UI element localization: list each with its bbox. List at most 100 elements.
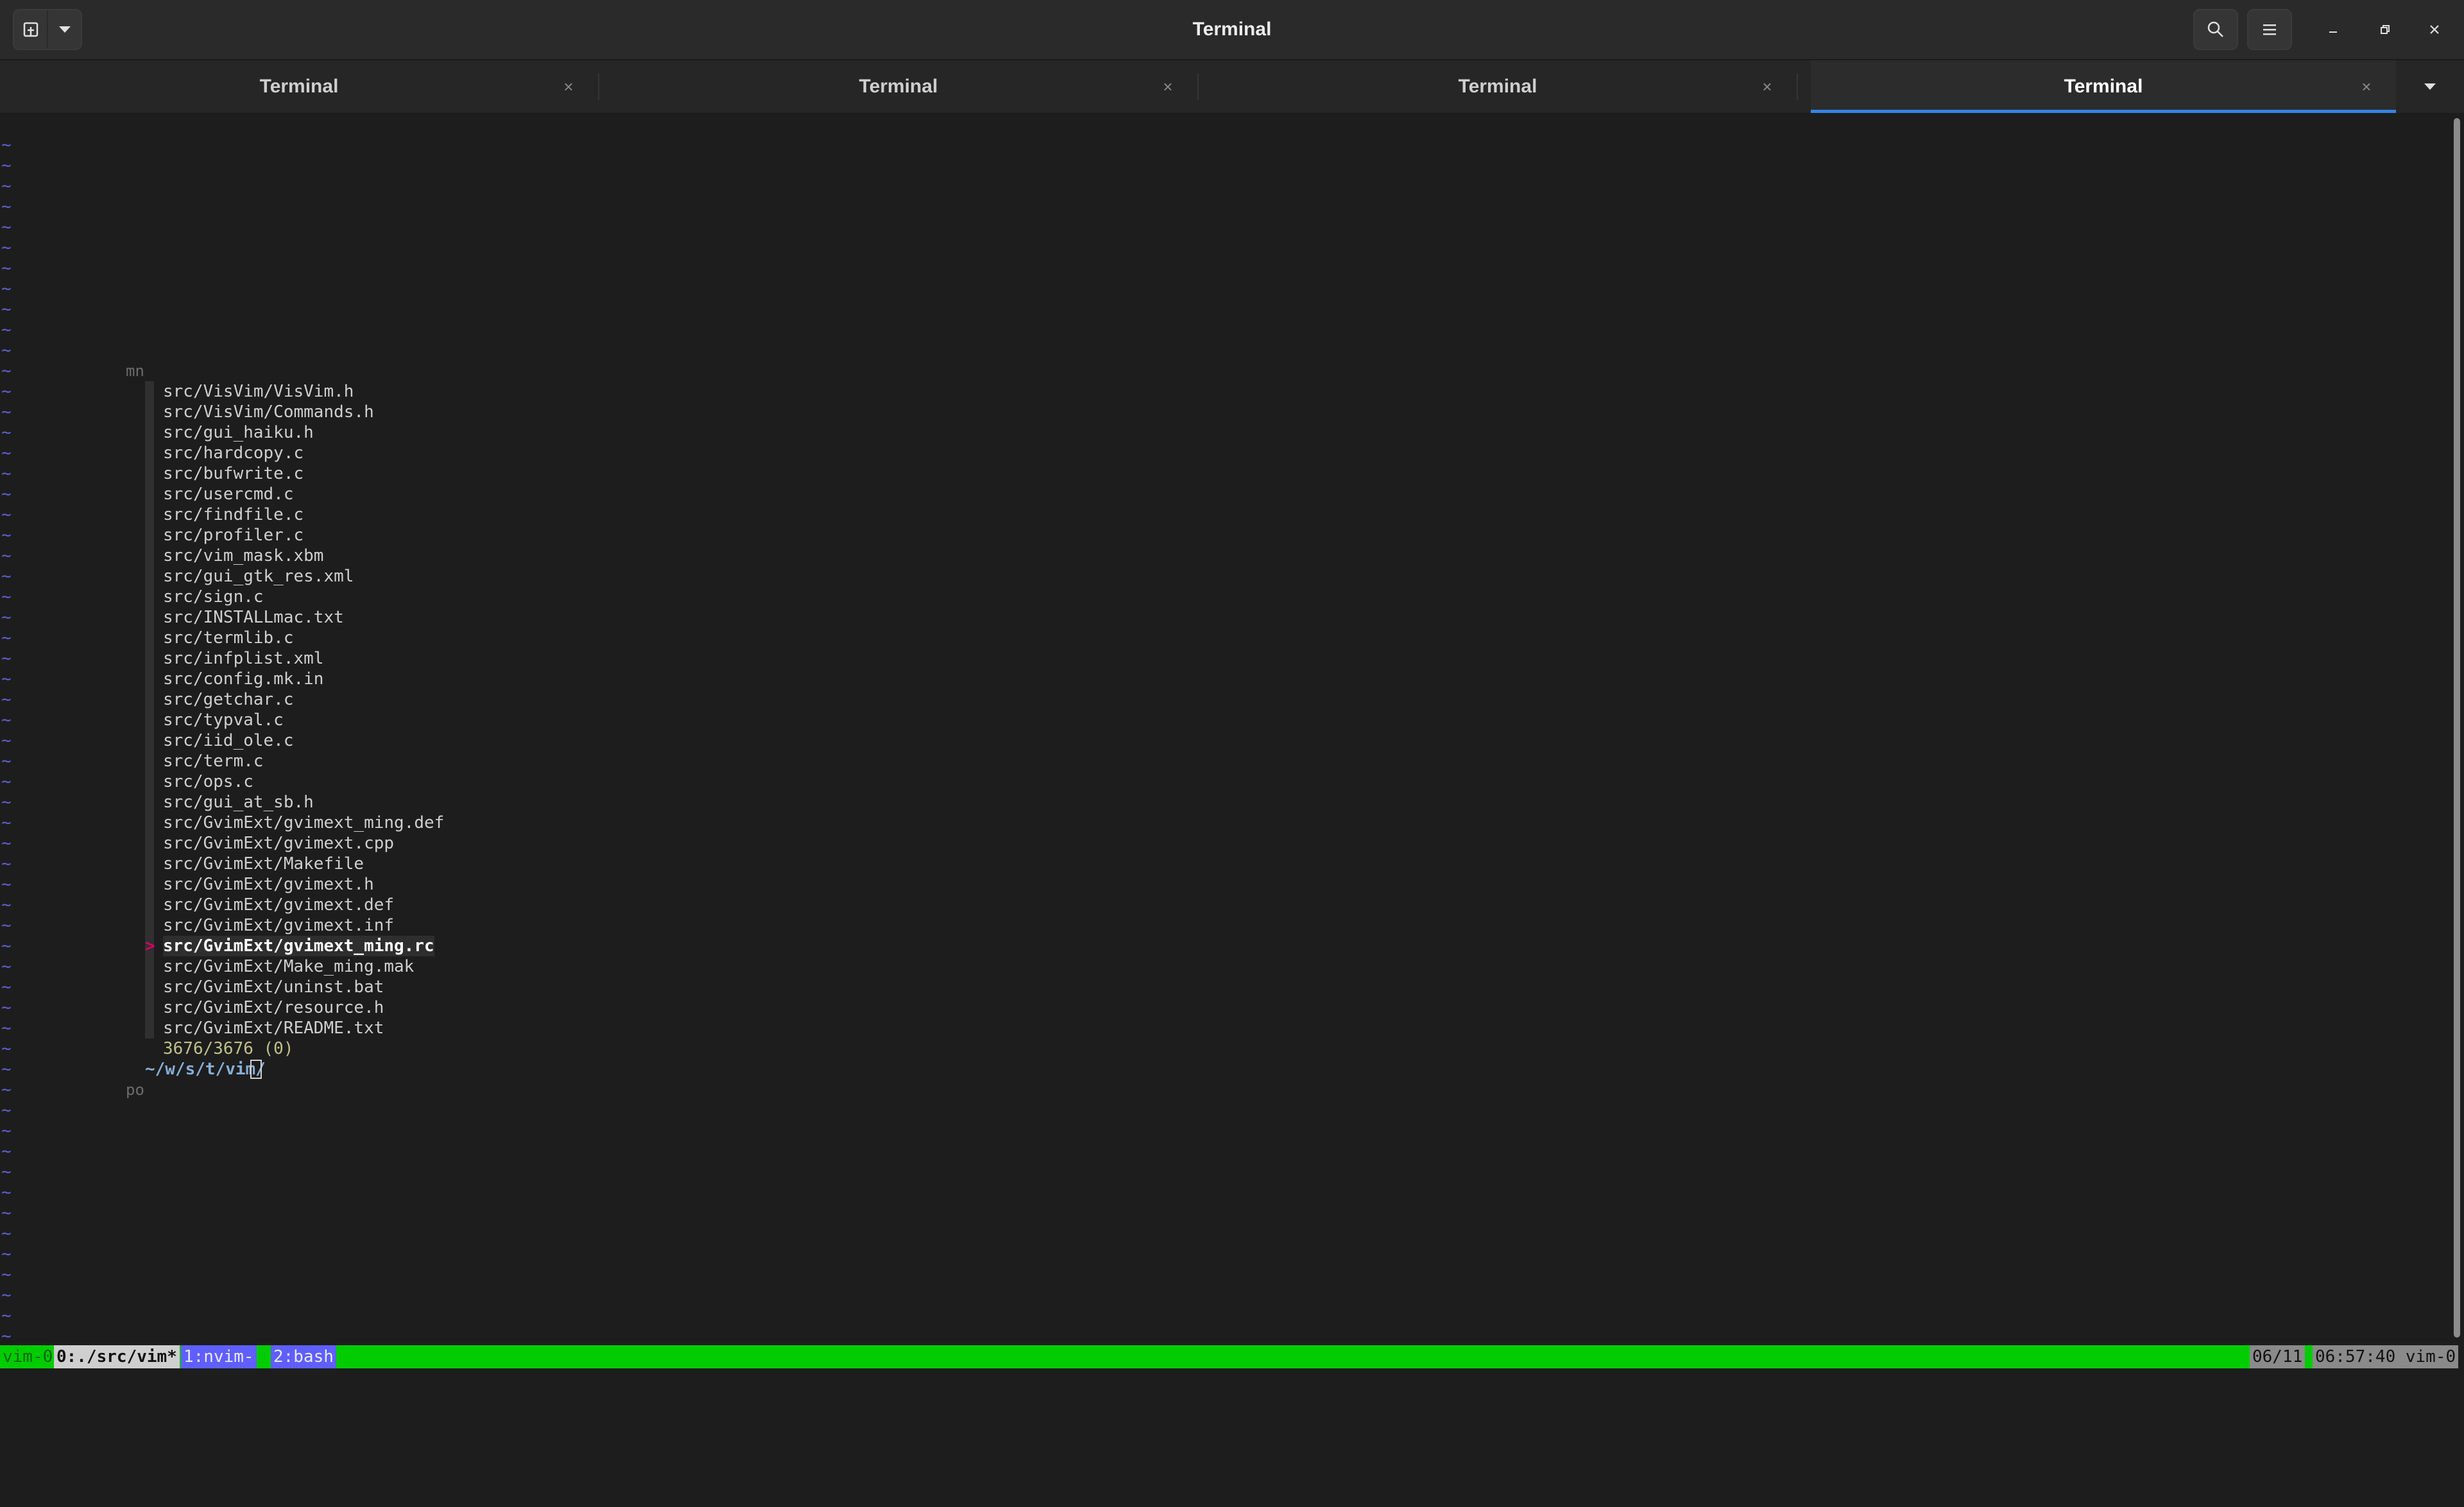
minimize-icon xyxy=(2329,31,2337,33)
fzf-list-item[interactable]: src/getchar.c xyxy=(163,689,294,710)
fzf-gutter xyxy=(145,648,154,669)
fzf-list-item[interactable]: src/gui_at_sb.h xyxy=(163,792,314,813)
tmux-time: 06:57:40 vim-0 xyxy=(2313,1345,2459,1368)
tmux-window-1[interactable]: 1:nvim- xyxy=(181,1345,257,1368)
fzf-gutter xyxy=(145,525,154,546)
close-window-button[interactable] xyxy=(2419,14,2450,45)
tmux-window-2[interactable]: 2:bash xyxy=(271,1345,336,1368)
fzf-list-item[interactable]: src/hardcopy.c xyxy=(163,443,304,463)
fzf-gutter xyxy=(145,607,154,628)
fzf-gutter xyxy=(145,1018,154,1038)
text-cursor xyxy=(250,1060,262,1079)
fzf-gutter xyxy=(145,956,154,977)
empty-line-tilde: ~ xyxy=(1,1183,12,1202)
tmux-window-0[interactable]: 0:./src/vim* xyxy=(54,1345,180,1368)
empty-line-tilde: ~ xyxy=(1,1327,12,1346)
tab-close-button[interactable]: × xyxy=(2357,77,2375,96)
scrollbar-thumb[interactable] xyxy=(2454,118,2460,1338)
maximize-button[interactable] xyxy=(2369,14,2400,45)
tab-3[interactable]: Terminal × xyxy=(1199,60,1797,113)
fzf-gutter xyxy=(145,730,154,751)
terminal-scrollbar[interactable] xyxy=(2450,113,2464,1345)
fzf-list-item[interactable]: src/VisVim/Commands.h xyxy=(163,402,374,422)
empty-line-tilde: ~ xyxy=(1,238,12,257)
fzf-list-item[interactable]: src/GvimExt/gvimext.inf xyxy=(163,915,394,936)
fzf-list-item[interactable]: src/GvimExt/README.txt xyxy=(163,1018,384,1038)
fzf-gutter xyxy=(145,771,154,792)
fzf-list-item[interactable]: src/iid_ole.c xyxy=(163,730,294,751)
empty-line-tilde: ~ xyxy=(1,977,12,997)
window-bottom-padding xyxy=(0,1368,2464,1386)
fzf-list-item[interactable]: src/gui_gtk_res.xml xyxy=(163,566,354,587)
empty-line-tilde: ~ xyxy=(1,1286,12,1305)
empty-line-tilde: ~ xyxy=(1,1203,12,1223)
fzf-gutter xyxy=(145,422,154,443)
fzf-gutter xyxy=(145,792,154,813)
fzf-list-item[interactable]: src/VisVim/VisVim.h xyxy=(163,381,354,402)
empty-line-tilde: ~ xyxy=(1,1019,12,1038)
fzf-selected-item[interactable]: src/GvimExt/gvimext_ming.rc xyxy=(163,936,434,956)
terminal-viewport[interactable]: mn po 3676/3676 (0) ~/w/s/t/vim/ ~ ~ ~ ~ ~ ~ ~… xyxy=(0,113,2450,1346)
empty-line-tilde: ~ xyxy=(1,649,12,668)
tab-list-button[interactable] xyxy=(2396,60,2464,113)
fzf-list-item[interactable]: src/findfile.c xyxy=(163,504,304,525)
empty-line-tilde: ~ xyxy=(1,1244,12,1264)
empty-line-tilde: ~ xyxy=(1,608,12,627)
tab-separator xyxy=(1797,73,1798,100)
tab-2[interactable]: Terminal × xyxy=(599,60,1197,113)
fzf-list-item[interactable]: src/GvimExt/resource.h xyxy=(163,997,384,1018)
fzf-list-item[interactable]: src/bufwrite.c xyxy=(163,463,304,484)
fzf-gutter xyxy=(145,915,154,936)
fzf-list-item[interactable]: src/GvimExt/gvimext.h xyxy=(163,874,374,895)
fzf-list-item[interactable]: src/usercmd.c xyxy=(163,484,294,504)
empty-line-tilde: ~ xyxy=(1,135,12,155)
fzf-list-item[interactable]: src/GvimExt/uninst.bat xyxy=(163,977,384,997)
chevron-down-icon xyxy=(2424,83,2436,90)
empty-line-tilde: ~ xyxy=(1,710,12,730)
tab-label: Terminal xyxy=(859,76,938,97)
fzf-list-item[interactable]: src/config.mk.in xyxy=(163,669,323,689)
empty-line-tilde: ~ xyxy=(1,546,12,565)
search-button[interactable] xyxy=(2193,9,2238,50)
fzf-list-item[interactable]: src/ops.c xyxy=(163,771,253,792)
window-title: Terminal xyxy=(1192,19,1272,40)
tab-close-button[interactable]: × xyxy=(560,77,578,96)
fzf-list-item[interactable]: src/sign.c xyxy=(163,587,264,607)
fzf-list-item[interactable]: src/vim_mask.xbm xyxy=(163,546,323,566)
fzf-gutter xyxy=(145,381,154,402)
fzf-list-item[interactable]: src/GvimExt/gvimext.def xyxy=(163,895,394,915)
tab-label: Terminal xyxy=(2064,76,2143,97)
tmux-status-bar: vim-0 0:./src/vim* 1:nvim- 2:bash 06/11 … xyxy=(0,1345,2459,1368)
fzf-list-item[interactable]: src/gui_haiku.h xyxy=(163,422,314,443)
empty-line-tilde: ~ xyxy=(1,1060,12,1079)
tab-close-button[interactable]: × xyxy=(1758,77,1776,96)
fzf-list-item[interactable]: src/GvimExt/Makefile xyxy=(163,854,364,874)
fzf-list-item[interactable]: src/GvimExt/gvimext.cpp xyxy=(163,833,394,854)
tab-label: Terminal xyxy=(1458,76,1537,97)
fzf-list-item[interactable]: src/profiler.c xyxy=(163,525,304,546)
fzf-list-item[interactable]: src/INSTALLmac.txt xyxy=(163,607,344,628)
fzf-list-item[interactable]: src/termlib.c xyxy=(163,628,294,648)
fzf-list-item[interactable]: src/typval.c xyxy=(163,710,284,730)
fzf-gutter xyxy=(145,566,154,587)
fzf-prompt[interactable]: ~/w/s/t/vim/ xyxy=(145,1059,266,1080)
tab-1[interactable]: Terminal × xyxy=(0,60,598,113)
minimize-button[interactable] xyxy=(2318,14,2348,45)
fzf-list-item[interactable]: src/infplist.xml xyxy=(163,648,323,669)
empty-line-tilde: ~ xyxy=(1,279,12,298)
tab-label: Terminal xyxy=(259,76,339,97)
empty-line-tilde: ~ xyxy=(1,936,12,956)
empty-line-tilde: ~ xyxy=(1,300,12,319)
main-menu-button[interactable] xyxy=(2247,9,2292,50)
fzf-gutter xyxy=(145,628,154,648)
fzf-list-item[interactable]: src/GvimExt/gvimext_ming.def xyxy=(163,813,444,833)
empty-line-tilde: ~ xyxy=(1,1162,12,1182)
tab-4-active[interactable]: Terminal × xyxy=(1811,60,2396,113)
fzf-list-item[interactable]: src/GvimExt/Make_ming.mak xyxy=(163,956,414,977)
empty-line-tilde: ~ xyxy=(1,526,12,545)
search-icon xyxy=(2207,21,2223,37)
fzf-pointer: > xyxy=(145,936,155,956)
fzf-list-item[interactable]: src/term.c xyxy=(163,751,264,771)
tab-close-button[interactable]: × xyxy=(1159,77,1177,96)
empty-line-tilde: ~ xyxy=(1,197,12,216)
